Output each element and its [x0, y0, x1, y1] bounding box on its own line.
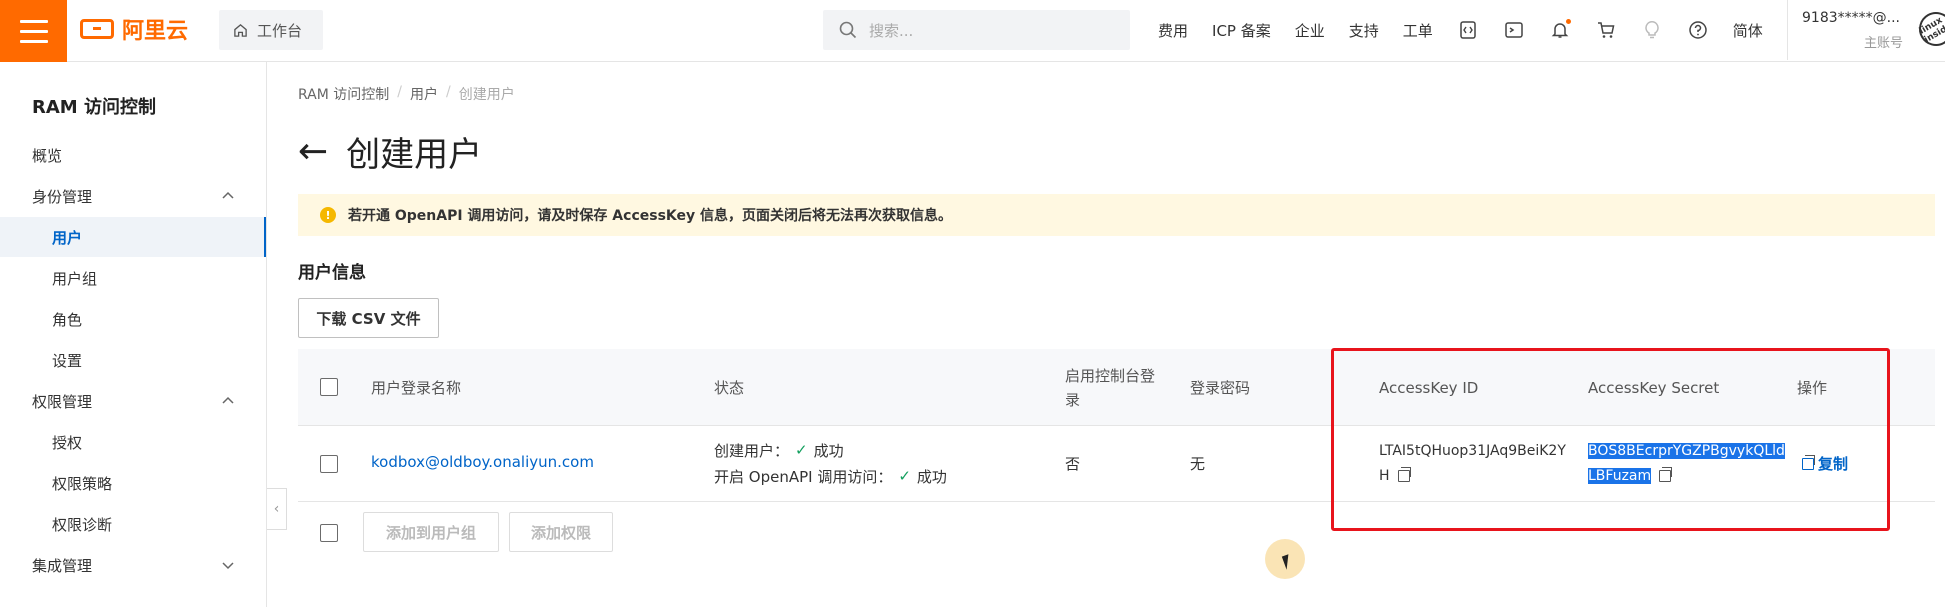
- bulb-icon[interactable]: [1641, 19, 1663, 41]
- header-console-login-line1: 启用控制台登: [1065, 366, 1156, 385]
- sidebar-item-label: 权限诊断: [52, 515, 113, 534]
- terminal-icon[interactable]: [1503, 19, 1525, 41]
- sidebar-item-roles[interactable]: 角色: [0, 299, 266, 339]
- nav-enterprise[interactable]: 企业: [1295, 20, 1325, 41]
- section-title: 用户信息: [298, 263, 366, 283]
- sidebar-title: RAM 访问控制: [32, 97, 156, 118]
- sidebar-item-label: 授权: [52, 433, 83, 452]
- sidebar-item-label: 权限管理: [32, 392, 93, 411]
- sidebar-collapse-button[interactable]: ‹: [267, 488, 287, 530]
- console-login-value: 否: [1065, 455, 1081, 473]
- home-icon: [234, 23, 247, 37]
- sidebar-item-policies[interactable]: 权限策略: [0, 463, 266, 503]
- workbench-label: 工作台: [257, 21, 303, 40]
- header-console-login-line2: 录: [1065, 390, 1081, 409]
- code-icon[interactable]: [1457, 19, 1479, 41]
- login-name-link[interactable]: kodbox@oldboy.onaliyun.com: [371, 453, 594, 471]
- sidebar-item-grant[interactable]: 授权: [0, 422, 266, 462]
- language-switch[interactable]: 简体: [1733, 20, 1763, 41]
- warning-notice: ! 若开通 OpenAPI 调用访问，请及时保存 AccessKey 信息，页面…: [298, 194, 1935, 236]
- header-console-login: 启用控制台登 录: [1065, 349, 1155, 426]
- sidebar-item-label: 身份管理: [32, 187, 93, 206]
- status-create-user: 创建用户： ✓ 成功: [714, 437, 947, 463]
- add-permission-button[interactable]: 添加权限: [509, 512, 613, 552]
- status-create-label: 创建用户：: [714, 441, 790, 460]
- logo-text: 阿里云: [122, 19, 189, 44]
- nav-ticket[interactable]: 工单: [1403, 20, 1433, 41]
- account-name: 9183*****@...: [1802, 10, 1900, 26]
- search-input[interactable]: 搜索...: [823, 10, 1130, 50]
- sidebar-item-overview[interactable]: 概览: [0, 135, 266, 175]
- check-icon: ✓: [898, 467, 911, 485]
- sidebar-item-label: 权限策略: [52, 474, 113, 493]
- status-create-value: 成功: [813, 441, 844, 460]
- header-password: 登录密码: [1190, 378, 1251, 397]
- nav-fee[interactable]: 费用: [1158, 20, 1188, 41]
- breadcrumb-separator: /: [446, 84, 451, 100]
- search-placeholder: 搜索...: [869, 21, 914, 40]
- check-icon: ✓: [795, 441, 808, 459]
- header-login-name: 用户登录名称: [371, 378, 462, 397]
- page-title-text: 创建用户: [346, 135, 483, 175]
- back-arrow-icon[interactable]: ←: [298, 131, 328, 172]
- top-bar: 阿里云 工作台 搜索... 费用 ICP 备案 企业 支持 工单 简体 9183…: [0, 0, 1945, 62]
- select-all-checkbox[interactable]: [320, 378, 338, 396]
- top-nav: 费用 ICP 备案 企业 支持 工单 简体: [1158, 0, 1763, 60]
- batch-checkbox[interactable]: [320, 524, 338, 542]
- sidebar-item-user-groups[interactable]: 用户组: [0, 258, 266, 298]
- bell-icon[interactable]: [1549, 19, 1571, 41]
- help-icon[interactable]: [1687, 19, 1709, 41]
- account-menu[interactable]: 9183*****@... 主账号: [1787, 0, 1917, 60]
- status-api-value: 成功: [916, 467, 947, 486]
- warning-icon: !: [320, 207, 336, 223]
- account-role: 主账号: [1863, 36, 1903, 51]
- workbench-button[interactable]: 工作台: [219, 10, 323, 50]
- sidebar-item-label: 集成管理: [32, 556, 93, 575]
- breadcrumb-current: 创建用户: [458, 87, 515, 103]
- sidebar-item-identity[interactable]: 身份管理: [0, 176, 266, 216]
- sidebar-item-settings[interactable]: 设置: [0, 340, 266, 380]
- sidebar-item-integration[interactable]: 集成管理: [0, 545, 266, 585]
- sidebar-item-users[interactable]: 用户: [0, 217, 266, 257]
- aliyun-logo[interactable]: 阿里云: [80, 14, 188, 44]
- sidebar-item-label: 设置: [52, 351, 83, 370]
- chevron-up-icon: [222, 191, 234, 199]
- sidebar-item-diagnosis[interactable]: 权限诊断: [0, 504, 266, 544]
- menu-icon[interactable]: [0, 0, 67, 62]
- add-to-group-button[interactable]: 添加到用户组: [363, 512, 499, 552]
- sidebar: RAM 访问控制 概览 身份管理 用户 用户组 角色 设置 权限管理 授权 权限…: [0, 62, 267, 607]
- download-csv-button[interactable]: 下载 CSV 文件: [298, 298, 439, 338]
- chevron-left-icon: ‹: [273, 501, 280, 517]
- notice-text: 若开通 OpenAPI 调用访问，请及时保存 AccessKey 信息，页面关闭…: [348, 208, 953, 224]
- chevron-down-icon: [222, 562, 234, 570]
- sidebar-item-permissions[interactable]: 权限管理: [0, 381, 266, 421]
- breadcrumb-separator: /: [397, 84, 402, 100]
- logo-mark-icon: [80, 19, 114, 39]
- breadcrumb-ram[interactable]: RAM 访问控制: [298, 84, 389, 104]
- sidebar-item-label: 用户组: [52, 269, 98, 288]
- avatar-text: linux inside: [1917, 15, 1945, 46]
- status-api-label: 开启 OpenAPI 调用访问：: [714, 467, 893, 486]
- header-status: 状态: [714, 378, 745, 397]
- avatar[interactable]: linux inside: [1912, 5, 1945, 53]
- page-title: ← 创建用户: [298, 127, 482, 176]
- nav-support[interactable]: 支持: [1349, 20, 1379, 41]
- nav-icp[interactable]: ICP 备案: [1212, 20, 1271, 41]
- sidebar-item-label: 概览: [32, 146, 63, 165]
- sidebar-item-label: 用户: [52, 228, 83, 247]
- breadcrumb-users[interactable]: 用户: [410, 84, 438, 104]
- sidebar-item-label: 角色: [52, 310, 83, 329]
- status-cell: 创建用户： ✓ 成功 开启 OpenAPI 调用访问： ✓ 成功: [714, 437, 947, 489]
- highlight-box: [1331, 348, 1890, 531]
- search-icon: [839, 21, 857, 39]
- row-checkbox[interactable]: [320, 455, 338, 473]
- chevron-up-icon: [222, 396, 234, 404]
- status-openapi: 开启 OpenAPI 调用访问： ✓ 成功: [714, 463, 947, 489]
- breadcrumb: RAM 访问控制 / 用户 / 创建用户: [298, 84, 515, 104]
- cart-icon[interactable]: [1595, 19, 1617, 41]
- password-value: 无: [1190, 455, 1206, 473]
- notification-dot: [1565, 19, 1571, 24]
